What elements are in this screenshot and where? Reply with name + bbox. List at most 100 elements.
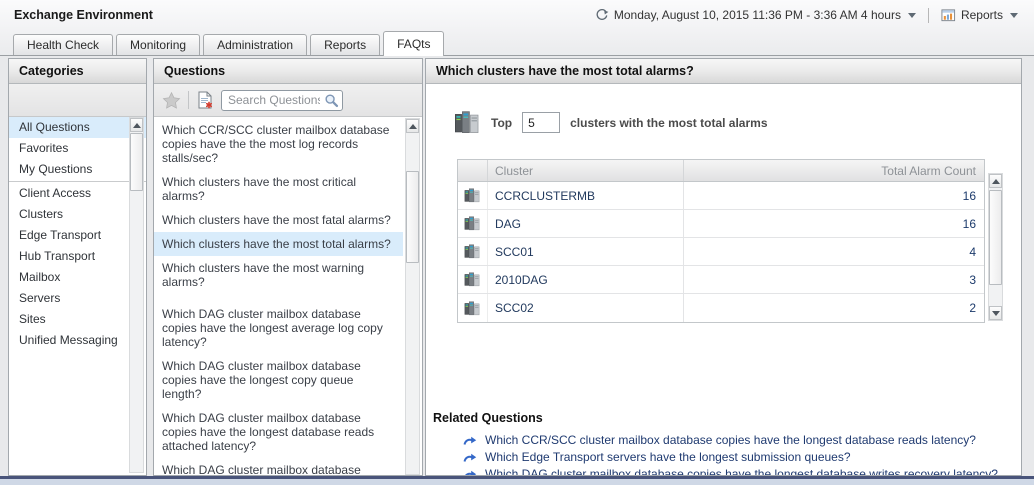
icon-column-header xyxy=(458,160,488,181)
arrow-up-icon xyxy=(133,123,141,128)
arrow-right-icon xyxy=(463,469,477,477)
category-item-mailbox[interactable]: Mailbox xyxy=(9,267,146,288)
related-questions-section: Related Questions Which CCR/SCC cluster … xyxy=(433,411,1009,476)
category-item-hub-transport[interactable]: Hub Transport xyxy=(9,246,146,267)
alarm-count-cell: 16 xyxy=(684,210,984,237)
cluster-name-cell: DAG xyxy=(488,210,684,237)
questions-header: Questions xyxy=(154,59,422,84)
alarm-table: Cluster Total Alarm Count CCRCLUSTERMB 1… xyxy=(457,159,985,323)
category-item-unified-messaging[interactable]: Unified Messaging xyxy=(9,330,146,351)
titlebar-controls: Monday, August 10, 2015 11:36 PM - 3:36 … xyxy=(595,8,1018,23)
scroll-up-button[interactable] xyxy=(989,174,1002,188)
time-range-selector[interactable]: Monday, August 10, 2015 11:36 PM - 3:36 … xyxy=(595,8,916,22)
reports-label: Reports xyxy=(961,8,1003,22)
categories-list: All Questions Favorites My Questions Cli… xyxy=(9,117,146,475)
category-item-favorites[interactable]: Favorites xyxy=(9,138,146,159)
tab-bar: Health Check Monitoring Administration R… xyxy=(0,30,1034,56)
related-question-link[interactable]: Which CCR/SCC cluster mailbox database c… xyxy=(433,432,1009,449)
cluster-name-cell: CCRCLUSTERMB xyxy=(488,182,684,209)
table-row[interactable]: DAG 16 xyxy=(458,210,984,238)
scroll-up-button[interactable] xyxy=(406,119,419,133)
time-range-icon xyxy=(595,8,609,22)
cluster-name-cell: SCC02 xyxy=(488,294,684,322)
top-count-input[interactable] xyxy=(522,112,560,133)
tab-faqts[interactable]: FAQts xyxy=(383,31,444,56)
cluster-name-cell: SCC01 xyxy=(488,238,684,265)
table-row[interactable]: CCRCLUSTERMB 16 xyxy=(458,182,984,210)
table-row[interactable]: 2010DAG 3 xyxy=(458,266,984,294)
remove-question-button[interactable] xyxy=(196,91,214,109)
reports-button[interactable]: Reports xyxy=(941,8,1018,23)
question-item[interactable]: Which clusters have the most warning ala… xyxy=(154,256,403,294)
scrollbar-thumb[interactable] xyxy=(130,133,143,191)
alarm-count-cell: 16 xyxy=(684,182,984,209)
toolbar-separator xyxy=(188,91,189,109)
question-item[interactable]: Which DAG cluster mailbox database copie… xyxy=(154,354,403,406)
table-row[interactable]: SCC02 2 xyxy=(458,294,984,322)
cluster-icon xyxy=(464,243,481,260)
cluster-icon xyxy=(464,215,481,232)
top-n-control: Top clusters with the most total alarms xyxy=(454,109,768,136)
category-item-my-questions[interactable]: My Questions xyxy=(9,159,146,180)
reports-caret-icon[interactable] xyxy=(1010,13,1018,18)
scrollbar-thumb[interactable] xyxy=(406,171,419,263)
question-item[interactable]: Which clusters have the most critical al… xyxy=(154,170,403,208)
question-item[interactable]: Which CCR/SCC cluster mailbox database c… xyxy=(154,118,403,170)
scroll-down-button[interactable] xyxy=(989,306,1002,320)
top-region: Exchange Environment Monday, August 10, … xyxy=(0,0,1034,56)
category-item-edge-transport[interactable]: Edge Transport xyxy=(9,225,146,246)
category-item-sites[interactable]: Sites xyxy=(9,309,146,330)
search-submit[interactable] xyxy=(324,93,339,111)
alarm-count-cell: 4 xyxy=(684,238,984,265)
doc-remove-icon xyxy=(196,91,214,109)
category-item-clusters[interactable]: Clusters xyxy=(9,204,146,225)
title-bar: Exchange Environment Monday, August 10, … xyxy=(0,0,1034,30)
related-question-text: Which CCR/SCC cluster mailbox database c… xyxy=(485,433,976,448)
questions-scrollbar[interactable] xyxy=(405,118,420,475)
table-header-row: Cluster Total Alarm Count xyxy=(458,160,984,182)
question-item[interactable]: Which DAG cluster mailbox database copie… xyxy=(154,458,403,475)
scroll-up-button[interactable] xyxy=(130,118,143,132)
total-alarm-count-column-header[interactable]: Total Alarm Count xyxy=(684,164,984,178)
top-prefix-label: Top xyxy=(491,116,512,130)
reports-icon xyxy=(941,8,956,23)
cluster-icon xyxy=(464,187,481,204)
categories-scrollbar[interactable] xyxy=(129,117,144,473)
related-question-text: Which Edge Transport servers have the lo… xyxy=(485,450,851,465)
question-item-selected[interactable]: Which clusters have the most total alarm… xyxy=(154,232,403,256)
table-scrollbar[interactable] xyxy=(988,173,1003,321)
alarm-count-cell: 3 xyxy=(684,266,984,293)
cluster-servers-icon xyxy=(454,109,481,136)
question-item[interactable]: Which DAG cluster mailbox database copie… xyxy=(154,406,403,458)
page-title: Exchange Environment xyxy=(14,8,153,22)
related-question-link[interactable]: Which DAG cluster mailbox database copie… xyxy=(433,466,1009,476)
cluster-icon xyxy=(464,271,481,288)
questions-panel: Questions Which CCR/SCC cluster mailbox … xyxy=(153,58,423,476)
table-row[interactable]: SCC01 4 xyxy=(458,238,984,266)
categories-separator xyxy=(9,181,146,182)
category-item-servers[interactable]: Servers xyxy=(9,288,146,309)
exchange-environment-dashboard: Exchange Environment Monday, August 10, … xyxy=(0,0,1034,485)
time-range-caret-icon[interactable] xyxy=(908,13,916,18)
arrow-down-icon xyxy=(992,311,1000,316)
categories-toolbar xyxy=(9,84,146,117)
tab-health-check[interactable]: Health Check xyxy=(13,34,113,55)
arrow-right-icon xyxy=(463,435,477,447)
search-box xyxy=(221,90,343,111)
titlebar-divider xyxy=(928,8,929,23)
question-item[interactable]: Which DAG cluster mailbox database copie… xyxy=(154,302,403,354)
category-item-client-access[interactable]: Client Access xyxy=(9,183,146,204)
answer-header: Which clusters have the most total alarm… xyxy=(426,59,1021,84)
scrollbar-thumb[interactable] xyxy=(989,190,1002,285)
tab-reports[interactable]: Reports xyxy=(310,34,380,55)
related-question-link[interactable]: Which Edge Transport servers have the lo… xyxy=(433,449,1009,466)
cluster-column-header[interactable]: Cluster xyxy=(488,160,684,181)
tab-monitoring[interactable]: Monitoring xyxy=(116,34,200,55)
category-item-all-questions[interactable]: All Questions xyxy=(9,117,146,138)
favorite-star-button[interactable] xyxy=(162,91,181,110)
cluster-icon xyxy=(464,300,481,317)
questions-toolbar xyxy=(154,84,422,117)
arrow-up-icon xyxy=(409,124,417,129)
tab-administration[interactable]: Administration xyxy=(203,34,307,55)
question-item[interactable]: Which clusters have the most fatal alarm… xyxy=(154,208,403,232)
